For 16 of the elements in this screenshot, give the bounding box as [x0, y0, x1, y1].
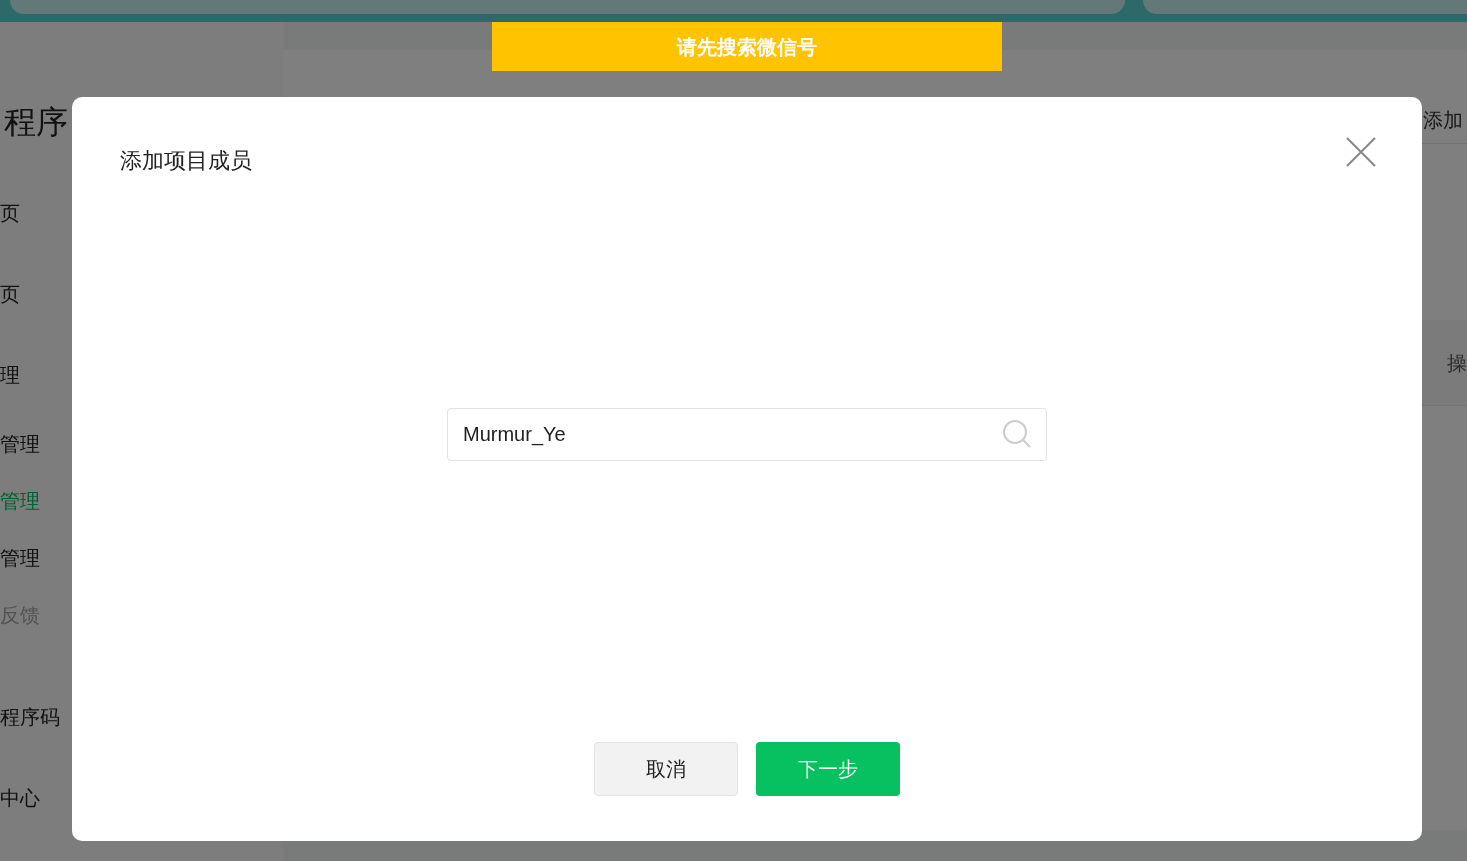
search-field[interactable]: Murmur_Ye — [447, 408, 1047, 461]
sidebar-item[interactable]: 中心 — [0, 782, 40, 813]
toast-message: 请先搜索微信号 — [492, 22, 1002, 71]
sidebar-item[interactable]: 页 — [0, 278, 20, 309]
next-button[interactable]: 下一步 — [756, 742, 900, 796]
sidebar-item[interactable]: 管理 — [0, 542, 40, 573]
search-icon — [1002, 419, 1032, 449]
sidebar-item[interactable]: 管理 — [0, 428, 40, 459]
column-header: 操 — [1447, 350, 1467, 376]
cancel-button[interactable]: 取消 — [594, 742, 738, 796]
app-title: 程序 — [4, 103, 68, 142]
sidebar-item[interactable]: 程序码 — [0, 701, 60, 732]
dialog-title: 添加项目成员 — [120, 147, 252, 175]
sidebar-item[interactable]: 页 — [0, 197, 20, 228]
close-icon[interactable] — [1346, 137, 1376, 167]
sidebar-item[interactable]: 理 — [0, 359, 20, 390]
